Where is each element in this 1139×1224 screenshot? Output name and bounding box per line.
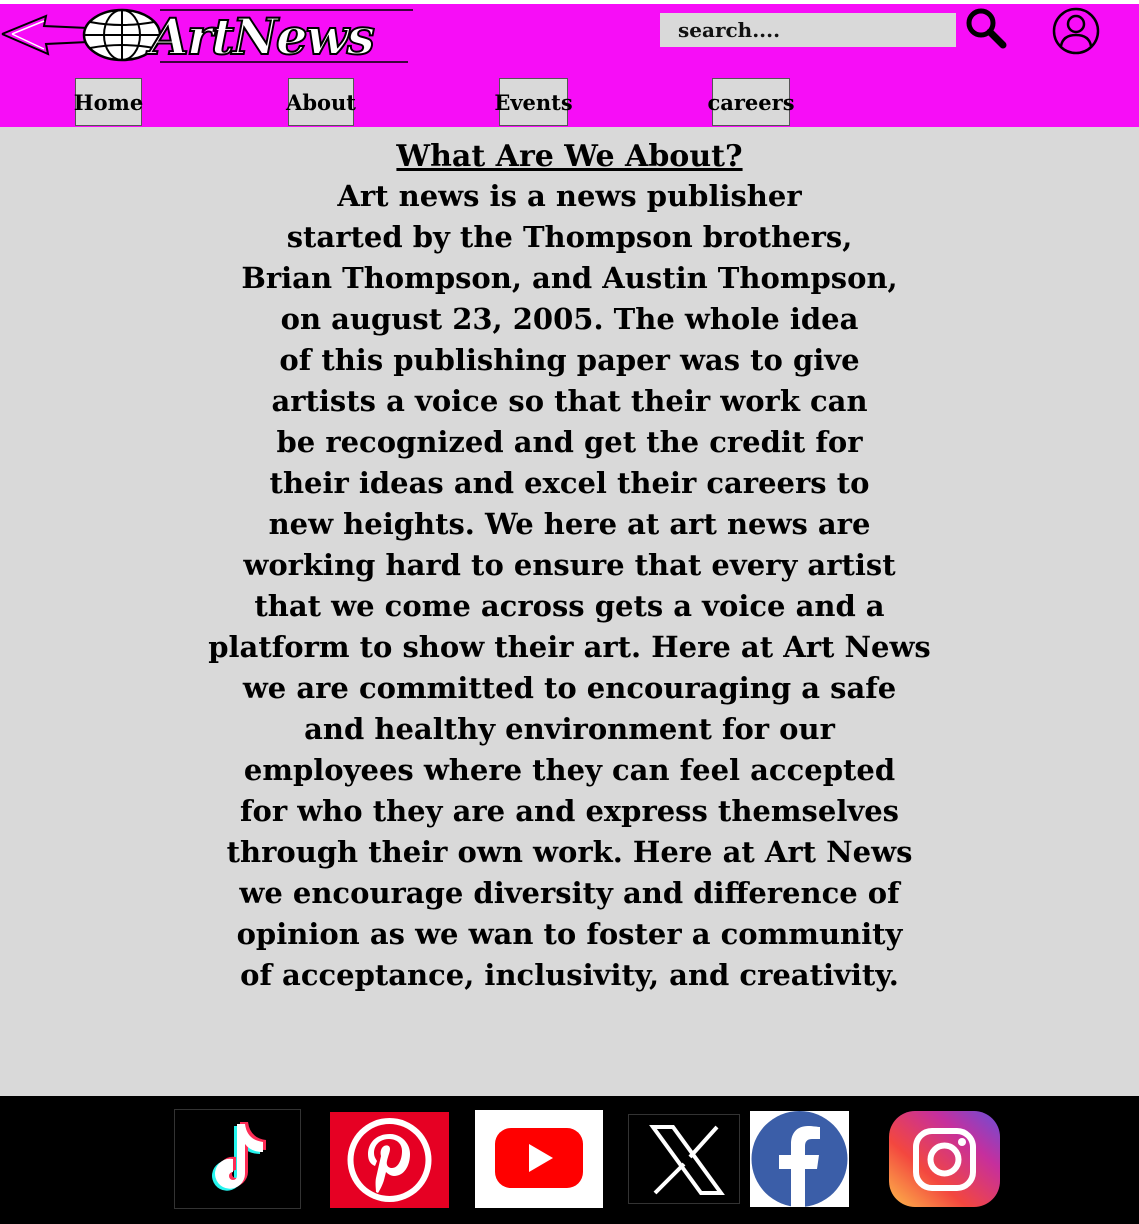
about-line: their ideas and excel their careers to: [269, 466, 870, 500]
about-line: and healthy environment for our: [304, 712, 835, 746]
tiktok-icon: [212, 1122, 266, 1191]
social-footer: [0, 1096, 1139, 1224]
search-button[interactable]: [964, 6, 1008, 50]
about-line: artists a voice so that their work can: [271, 384, 868, 418]
user-icon: [1052, 7, 1100, 55]
about-line: that we come across gets a voice and a: [254, 589, 885, 623]
x-link[interactable]: [628, 1114, 740, 1204]
page-title: What Are We About?: [396, 139, 743, 174]
about-line: for who they are and express themselves: [240, 794, 899, 828]
nav-careers[interactable]: careers: [707, 78, 795, 126]
about-line: platform to show their art. Here at Art …: [208, 630, 931, 664]
about-line: Art news is a news publisher: [337, 179, 802, 213]
youtube-link[interactable]: [475, 1110, 603, 1208]
profile-button[interactable]: [1051, 6, 1101, 56]
tiktok-link[interactable]: [174, 1109, 301, 1209]
about-line: on august 23, 2005. The whole idea: [280, 302, 859, 336]
pinterest-link[interactable]: [330, 1112, 449, 1208]
about-line: of acceptance, inclusivity, and creativi…: [240, 958, 899, 992]
header-top-rule: [0, 0, 1139, 4]
about-line: employees where they can feel accepted: [243, 753, 896, 787]
search-input[interactable]: [660, 13, 956, 47]
about-line: working hard to ensure that every artist: [243, 548, 896, 582]
pinterest-icon: [347, 1118, 432, 1202]
facebook-icon: [751, 1111, 848, 1207]
about-line: new heights. We here at art news are: [268, 507, 871, 541]
about-body: Art news is a news publisher started by …: [0, 176, 1139, 996]
nav-about[interactable]: About: [286, 78, 356, 126]
youtube-icon: [495, 1128, 583, 1188]
logo-text: ArtNews: [149, 7, 376, 66]
about-line: be recognized and get the credit for: [276, 425, 863, 459]
x-icon: [649, 1125, 725, 1195]
nav-events[interactable]: Events: [494, 78, 573, 126]
about-line: of this publishing paper was to give: [279, 343, 860, 377]
facebook-link[interactable]: [750, 1111, 849, 1207]
top-header: ArtNews Home About Events careers: [0, 0, 1139, 127]
about-line: through their own work. Here at Art News: [226, 835, 913, 869]
about-line: Brian Thompson, and Austin Thompson,: [241, 261, 898, 295]
nav-home[interactable]: Home: [74, 78, 143, 126]
search-icon: [966, 8, 1007, 49]
site-logo[interactable]: ArtNews: [0, 8, 415, 66]
about-line: we encourage diversity and difference of: [239, 876, 900, 910]
instagram-icon: [889, 1111, 1000, 1207]
about-line: started by the Thompson brothers,: [286, 220, 853, 254]
instagram-link[interactable]: [889, 1111, 1000, 1207]
about-line: opinion as we wan to foster a community: [236, 917, 903, 951]
about-line: we are committed to encouraging a safe: [242, 671, 897, 705]
